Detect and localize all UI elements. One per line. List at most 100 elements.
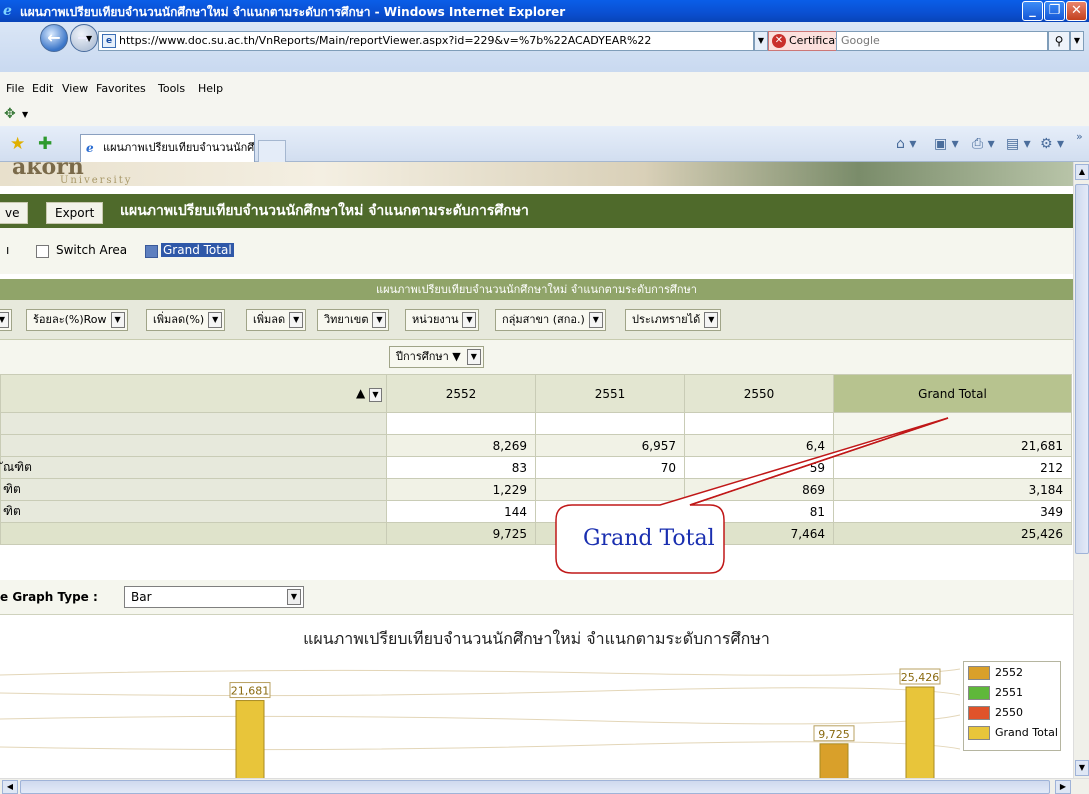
- chart-gridline: [0, 741, 960, 751]
- chevron-down-icon: ▼: [704, 312, 719, 328]
- favorites-star-icon[interactable]: ★: [10, 134, 25, 154]
- feeds-icon[interactable]: ▣ ▾: [934, 136, 959, 152]
- search-input[interactable]: Google: [836, 31, 1048, 51]
- field-change[interactable]: เพิ่มลด ▼: [246, 309, 307, 331]
- legend-item: Grand Total: [968, 726, 1058, 742]
- forward-button[interactable]: →: [70, 24, 98, 52]
- add-favorite-icon[interactable]: ✚: [38, 134, 52, 154]
- field-campus[interactable]: วิทยาเขต ▼: [317, 309, 390, 331]
- chevron-down-icon[interactable]: ▼: [287, 589, 301, 605]
- grand-total-label[interactable]: Grand Total: [161, 243, 234, 257]
- horizontal-scrollbar[interactable]: ◀ ▶: [0, 778, 1089, 794]
- table-cell: [386, 412, 536, 435]
- print-icon[interactable]: ⎙ ▾: [972, 136, 995, 152]
- vertical-scrollbar[interactable]: ▲ ▼: [1073, 162, 1089, 778]
- field-discipline-group[interactable]: กลุ่มสาขา (สกอ.) ▼: [495, 309, 606, 331]
- minimize-button[interactable]: _: [1022, 1, 1043, 21]
- row-label: ฑิต: [0, 478, 387, 501]
- legend-swatch: [968, 706, 990, 720]
- menu-tools[interactable]: Tools: [158, 82, 185, 95]
- horizontal-scroll-thumb[interactable]: [20, 780, 1050, 794]
- table-cell: 81: [684, 500, 834, 523]
- ie-logo-icon: e: [3, 3, 12, 19]
- address-toolbar: ← → ▼ e https://www.doc.su.ac.th/VnRepor…: [0, 22, 1089, 72]
- column-header: 2552: [386, 374, 536, 413]
- options-row: ı Switch Area Grand Total: [0, 228, 1073, 274]
- grand-total-checkbox[interactable]: [145, 245, 158, 258]
- save-button[interactable]: ve: [0, 202, 29, 224]
- report-header: ve Export แผนภาพเปรียบเทียบจำนวนนักศึกษา…: [0, 194, 1073, 228]
- tab-report[interactable]: e แผนภาพเปรียบเทียบจำนวนนักศึกษาใหม่ จำแ…: [80, 134, 255, 162]
- search-icon[interactable]: ⚲: [1048, 31, 1070, 51]
- table-cell: 25,426: [833, 522, 1072, 545]
- field-button-partial[interactable]: ▼: [0, 309, 12, 331]
- banner-logo-subtext: University: [60, 175, 133, 186]
- chart-gridline: [0, 714, 960, 725]
- legend-swatch: [968, 686, 990, 700]
- address-bar[interactable]: e https://www.doc.su.ac.th/VnReports/Mai…: [98, 31, 754, 51]
- table-row-total: 9,725 7,464 25,426: [0, 522, 1072, 545]
- graph-type-select[interactable]: Bar ▼: [124, 586, 304, 608]
- scroll-right-icon[interactable]: ▶: [1055, 780, 1071, 794]
- home-icon[interactable]: ⌂ ▾: [896, 136, 916, 152]
- table-cell: [535, 500, 685, 523]
- new-tab-button[interactable]: [258, 140, 286, 162]
- menu-view[interactable]: View: [62, 82, 88, 95]
- switch-area-checkbox[interactable]: [36, 245, 49, 258]
- export-button[interactable]: Export: [46, 202, 104, 224]
- back-button[interactable]: ←: [40, 24, 68, 52]
- filter-fields-row: ▼ ร้อยละ(%)Row ▼ เพิ่มลด(%) ▼ เพิ่มลด ▼ วิท…: [0, 300, 1073, 340]
- scroll-down-icon[interactable]: ▼: [1075, 760, 1089, 776]
- chart-data-label: 25,426: [901, 671, 940, 684]
- graph-type-label: e Graph Type :: [0, 590, 98, 604]
- menu-bar: File Edit View Favorites Tools Help: [0, 72, 1089, 104]
- row-label: [0, 434, 387, 457]
- switch-area-label[interactable]: Switch Area: [56, 243, 127, 257]
- vertical-scroll-thumb[interactable]: [1075, 184, 1089, 554]
- field-academic-year[interactable]: ปีการศึกษา ▼ ▼: [389, 346, 484, 368]
- chevron-down-icon: ▼: [110, 312, 125, 328]
- tools-gear-icon[interactable]: ⚙ ▾: [1040, 136, 1064, 152]
- menu-edit[interactable]: Edit: [32, 82, 53, 95]
- column-header: 2550: [684, 374, 834, 413]
- row-label: ัณฑิต: [0, 456, 387, 479]
- row-field-header[interactable]: ▲ ▼: [0, 374, 387, 413]
- row-label: ฑิต: [0, 500, 387, 523]
- table-cell: [535, 412, 685, 435]
- table-cell: 8,269: [386, 434, 536, 457]
- menu-favorites[interactable]: Favorites: [96, 82, 146, 95]
- close-button[interactable]: ✕: [1066, 1, 1087, 21]
- page-icon: e: [102, 34, 116, 48]
- tab-ie-icon: e: [86, 141, 94, 155]
- search-dropdown-icon[interactable]: ▼: [1070, 31, 1084, 51]
- table-row: ัณฑิต 83 70 59 212: [0, 456, 1072, 479]
- legend-item: 2552: [968, 666, 1023, 682]
- scroll-left-icon[interactable]: ◀: [2, 780, 18, 794]
- field-income-type[interactable]: ประเภทรายได้ ▼: [625, 309, 722, 331]
- report-title: แผนภาพเปรียบเทียบจำนวนนักศึกษาใหม่ จำแนก…: [120, 203, 529, 219]
- add-on-icon[interactable]: ✥: [4, 106, 16, 122]
- chart-title: แผนภาพเปรียบเทียบจำนวนนักศึกษาใหม่ จำแนก…: [303, 629, 770, 648]
- maximize-button[interactable]: ❐: [1044, 1, 1065, 21]
- table-cell: 9,725: [386, 522, 536, 545]
- address-dropdown-icon[interactable]: ▼: [754, 31, 768, 51]
- tab-label: แผนภาพเปรียบเทียบจำนวนนักศึกษาใหม่ จำแนก…: [103, 141, 255, 154]
- callout-text: Grand Total: [583, 526, 715, 551]
- partial-option-label: ı: [6, 243, 10, 257]
- certificate-error-icon: ✕: [772, 34, 786, 48]
- chart-area: แผนภาพเปรียบเทียบจำนวนนักศึกษาใหม่ จำแนก…: [0, 614, 1073, 778]
- field-change-percent[interactable]: เพิ่มลด(%) ▼: [146, 309, 226, 331]
- legend-item: 2551: [968, 686, 1023, 702]
- chart-gridline: [0, 668, 960, 676]
- field-percent-row[interactable]: ร้อยละ(%)Row ▼: [26, 309, 128, 331]
- chevron-down-icon: ▼: [372, 312, 387, 328]
- search-placeholder: Google: [841, 34, 880, 47]
- chevron-more-icon[interactable]: »: [1076, 130, 1083, 143]
- history-dropdown-icon[interactable]: ▼: [86, 34, 92, 43]
- scroll-up-icon[interactable]: ▲: [1075, 164, 1089, 180]
- add-on-dropdown-icon[interactable]: ▼: [22, 110, 28, 119]
- field-unit[interactable]: หน่วยงาน ▼: [405, 309, 480, 331]
- menu-help[interactable]: Help: [198, 82, 223, 95]
- menu-file[interactable]: File: [6, 82, 24, 95]
- page-menu-icon[interactable]: ▤ ▾: [1006, 136, 1031, 152]
